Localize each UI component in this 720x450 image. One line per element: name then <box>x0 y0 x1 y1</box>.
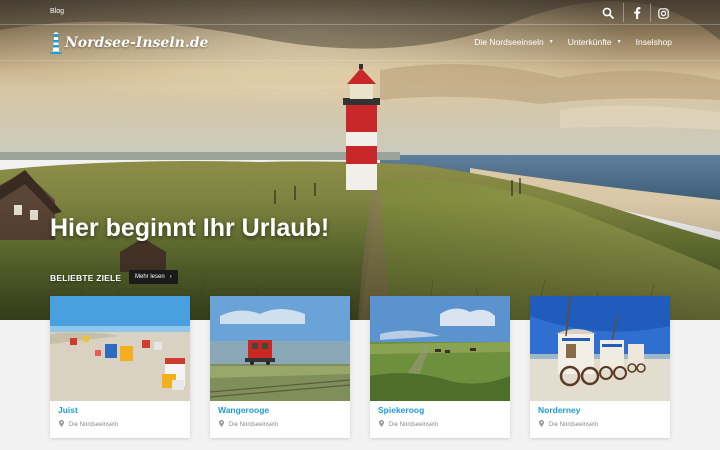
nav-item-unterkuenfte[interactable]: Unterkünfte ▼ <box>568 37 622 47</box>
map-pin-icon <box>379 420 384 429</box>
site-logo[interactable]: Nordsee-Inseln.de <box>50 31 208 55</box>
popular-destinations-heading: BELIEBTE ZIELE <box>50 273 122 283</box>
card-location-label: Die Nordseeinseln <box>549 421 599 428</box>
card-title[interactable]: Juist <box>58 405 78 415</box>
top-bar: Blog <box>0 0 720 25</box>
nav-item-label: Die Nordseeinseln <box>474 37 544 47</box>
nav-item-label: Inselshop <box>635 37 672 47</box>
caret-down-icon: ▼ <box>548 39 554 45</box>
chevron-right-icon: › <box>169 274 172 280</box>
nav-item-nordseeinseln[interactable]: Die Nordseeinseln ▼ <box>474 37 553 47</box>
card-location: Die Nordseeinseln <box>59 420 118 429</box>
card-image <box>370 296 510 401</box>
card-location: Die Nordseeinseln <box>219 420 278 429</box>
destination-card-norderney[interactable]: Norderney Die Nordseeinseln <box>530 296 670 438</box>
card-location-label: Die Nordseeinseln <box>229 421 279 428</box>
read-more-button[interactable]: Mehr lesen › <box>129 270 178 284</box>
card-title[interactable]: Norderney <box>538 405 581 415</box>
caret-down-icon: ▼ <box>616 39 622 45</box>
main-navigation: Nordsee-Inseln.de Die Nordseeinseln ▼ Un… <box>0 25 720 61</box>
read-more-label: Mehr lesen <box>135 274 165 280</box>
facebook-icon[interactable] <box>623 4 651 22</box>
nav-item-inselshop[interactable]: Inselshop <box>636 37 672 47</box>
card-location-label: Die Nordseeinseln <box>69 421 119 428</box>
card-title[interactable]: Spiekeroog <box>378 405 424 415</box>
lighthouse-logo-icon <box>50 32 62 54</box>
destination-card-spiekeroog[interactable]: Spiekeroog Die Nordseeinseln <box>370 296 510 438</box>
card-location: Die Nordseeinseln <box>379 420 438 429</box>
blog-link[interactable]: Blog <box>50 8 64 15</box>
map-pin-icon <box>539 420 544 429</box>
hero-title: Hier beginnt Ihr Urlaub! <box>50 214 330 242</box>
logo-text: Nordsee-Inseln.de <box>65 35 209 51</box>
card-title[interactable]: Wangerooge <box>218 405 269 415</box>
card-location: Die Nordseeinseln <box>539 420 598 429</box>
card-image <box>210 296 350 401</box>
card-image <box>530 296 670 401</box>
lighthouse-illustration <box>343 64 380 190</box>
search-icon[interactable] <box>594 4 622 22</box>
card-image <box>50 296 190 401</box>
destination-card-wangerooge[interactable]: Wangerooge Die Nordseeinseln <box>210 296 350 438</box>
nav-menu: Die Nordseeinseln ▼ Unterkünfte ▼ Insels… <box>460 37 672 47</box>
hero-banner: Blog Nordsee-Inseln.de Die Nordseeinseln… <box>0 0 720 320</box>
destination-card-juist[interactable]: Juist Die Nordseeinseln <box>50 296 190 438</box>
map-pin-icon <box>219 420 224 429</box>
map-pin-icon <box>59 420 64 429</box>
card-location-label: Die Nordseeinseln <box>389 421 439 428</box>
page: Blog Nordsee-Inseln.de Die Nordseeinseln… <box>0 0 720 450</box>
nav-item-label: Unterkünfte <box>567 37 612 47</box>
instagram-icon[interactable] <box>649 4 677 22</box>
